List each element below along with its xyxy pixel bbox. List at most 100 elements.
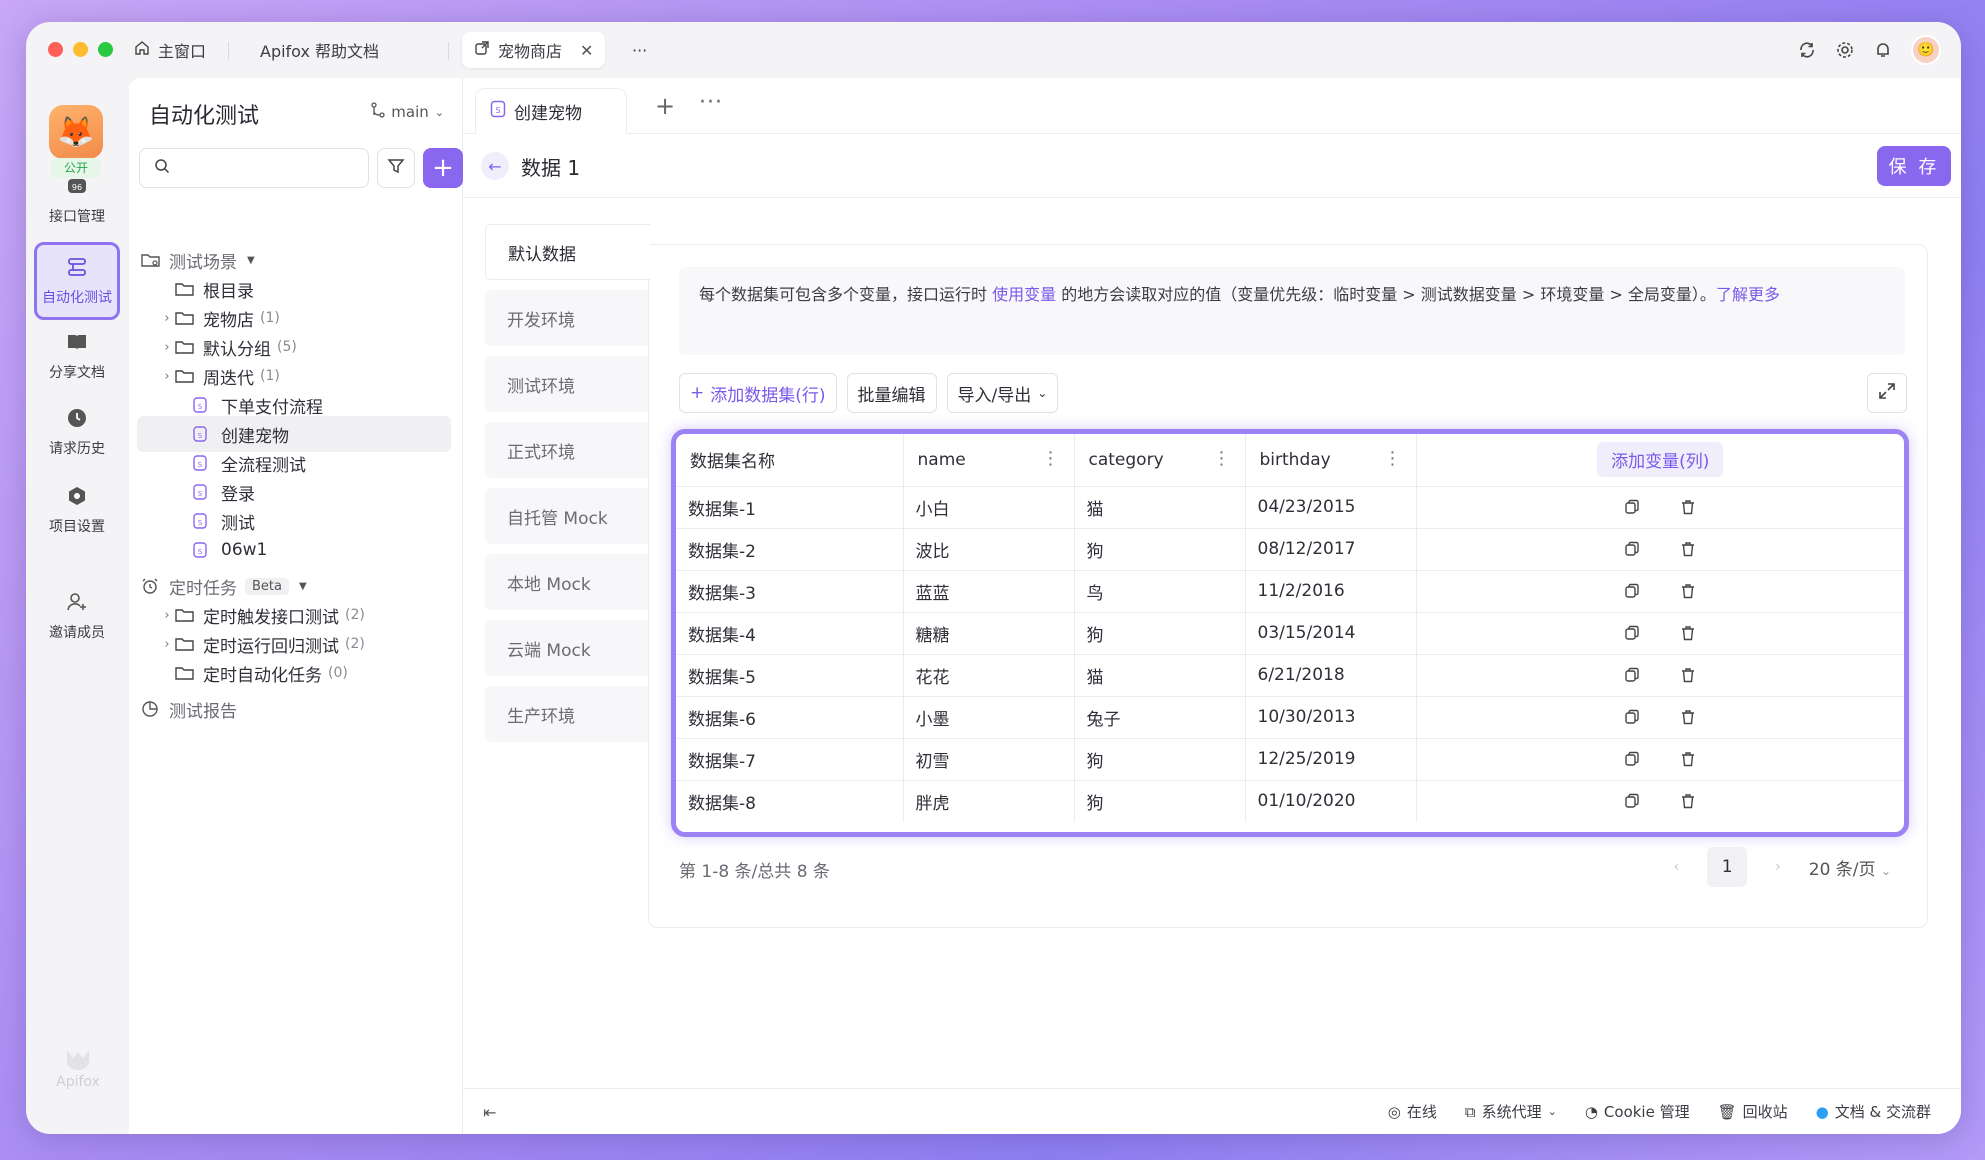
column-menu-icon[interactable]: ⋮ xyxy=(1384,448,1402,469)
save-button[interactable]: 保 存 xyxy=(1877,146,1951,186)
branch-selector[interactable]: main ⌄ xyxy=(371,102,444,122)
chevron-right-icon[interactable]: › xyxy=(159,369,175,384)
close-tab-icon[interactable]: ✕ xyxy=(580,41,593,60)
table-cell[interactable]: 数据集-8 xyxy=(676,780,904,822)
tree-item[interactable]: 测试报告 xyxy=(137,691,451,727)
rail-item-history[interactable]: 请求历史 xyxy=(34,406,120,458)
trash-icon[interactable] xyxy=(1679,540,1697,558)
env-tab[interactable]: 云端 Mock xyxy=(485,620,649,676)
tree-item[interactable]: 定时自动化任务 (0) xyxy=(137,655,451,691)
table-cell[interactable]: 01/10/2020 xyxy=(1245,780,1417,822)
env-tab[interactable]: 自托管 Mock xyxy=(485,488,649,544)
gear-icon[interactable] xyxy=(1835,40,1855,60)
maximize-window-button[interactable] xyxy=(98,42,113,57)
recycle-bin[interactable]: 🗑 回收站 xyxy=(1718,1101,1788,1122)
env-tab[interactable]: 测试环境 xyxy=(485,356,649,412)
add-dataset-button[interactable]: + 添加数据集(行) xyxy=(679,373,837,413)
env-tab[interactable]: 生产环境 xyxy=(485,686,649,742)
table-cell[interactable]: 猫 xyxy=(1074,654,1246,697)
table-cell[interactable]: 数据集-2 xyxy=(676,528,904,571)
project-logo[interactable]: 🦊 xyxy=(49,105,103,159)
table-cell[interactable]: 狗 xyxy=(1074,612,1246,655)
online-status[interactable]: ◎ 在线 xyxy=(1388,1101,1437,1122)
copy-icon[interactable] xyxy=(1623,708,1641,726)
prev-page-icon[interactable]: ‹ xyxy=(1674,859,1680,875)
env-tab[interactable]: 本地 Mock xyxy=(485,554,649,610)
trash-icon[interactable] xyxy=(1679,750,1697,768)
import-export-button[interactable]: 导入/导出 ⌄ xyxy=(946,373,1059,413)
table-cell[interactable]: 03/15/2014 xyxy=(1245,612,1417,655)
trash-icon[interactable] xyxy=(1679,666,1697,684)
rail-item-api[interactable]: 96 接口管理 xyxy=(34,174,120,226)
chevron-right-icon[interactable]: › xyxy=(159,340,175,355)
table-cell[interactable]: 初雪 xyxy=(903,738,1075,781)
add-button[interactable]: + xyxy=(423,148,463,188)
rail-item-invite[interactable]: 邀请成员 xyxy=(34,590,120,642)
page-number[interactable]: 1 xyxy=(1707,847,1748,887)
table-cell[interactable]: 蓝蓝 xyxy=(903,570,1075,613)
env-tab[interactable]: 默认数据 xyxy=(485,224,650,280)
table-cell[interactable]: 数据集-1 xyxy=(676,486,904,529)
bell-icon[interactable] xyxy=(1873,40,1893,60)
table-cell[interactable]: 6/21/2018 xyxy=(1245,654,1417,697)
table-cell[interactable]: 小墨 xyxy=(903,696,1075,739)
copy-icon[interactable] xyxy=(1623,582,1641,600)
cookie-manager[interactable]: ◔ Cookie 管理 xyxy=(1585,1101,1690,1122)
sidebar-search[interactable] xyxy=(139,148,369,188)
close-window-button[interactable] xyxy=(48,42,63,57)
table-cell[interactable]: 鸟 xyxy=(1074,570,1246,613)
table-cell[interactable]: 兔子 xyxy=(1074,696,1246,739)
rail-item-automation[interactable]: 自动化测试 xyxy=(34,242,120,320)
trash-icon[interactable] xyxy=(1679,498,1697,516)
table-cell[interactable]: 11/2/2016 xyxy=(1245,570,1417,613)
proxy-selector[interactable]: ⧉ 系统代理 ⌄ xyxy=(1465,1101,1557,1122)
table-cell[interactable]: 12/25/2019 xyxy=(1245,738,1417,781)
table-cell[interactable]: 波比 xyxy=(903,528,1075,571)
table-cell[interactable]: 数据集-6 xyxy=(676,696,904,739)
table-cell[interactable]: 08/12/2017 xyxy=(1245,528,1417,571)
window-tab-petstore[interactable]: 宠物商店 ✕ xyxy=(462,32,606,68)
minimize-window-button[interactable] xyxy=(73,42,88,57)
docs-community[interactable]: ● 文档 & 交流群 xyxy=(1816,1101,1931,1122)
env-tab[interactable]: 正式环境 xyxy=(485,422,649,478)
rail-item-settings[interactable]: 项目设置 xyxy=(34,484,120,536)
add-column-button[interactable]: 添加变量(列) xyxy=(1597,442,1724,478)
more-tabs-icon[interactable]: ··· xyxy=(699,90,723,115)
window-tab-main[interactable]: 主窗口 xyxy=(122,32,218,68)
user-avatar[interactable]: 🙂 xyxy=(1911,35,1941,65)
tab-create-pet[interactable]: S 创建宠物 xyxy=(475,88,627,134)
fullscreen-button[interactable] xyxy=(1867,373,1907,413)
copy-icon[interactable] xyxy=(1623,540,1641,558)
window-tab-help[interactable]: Apifox 帮助文档 xyxy=(248,32,391,68)
table-cell[interactable]: 数据集-5 xyxy=(676,654,904,697)
table-cell[interactable]: 糖糖 xyxy=(903,612,1075,655)
table-cell[interactable]: 数据集-3 xyxy=(676,570,904,613)
column-menu-icon[interactable]: ⋮ xyxy=(1213,448,1231,469)
window-tab-more[interactable]: ··· xyxy=(620,32,659,68)
caret-down-icon[interactable]: ▼ xyxy=(299,581,307,592)
table-cell[interactable]: 狗 xyxy=(1074,780,1246,822)
page-size-select[interactable]: 20 条/页 ⌄ xyxy=(1809,855,1891,880)
tree-item[interactable]: S 06w1 xyxy=(137,532,451,568)
copy-icon[interactable] xyxy=(1623,666,1641,684)
back-button[interactable]: ← xyxy=(481,152,509,180)
learn-more-link[interactable]: 了解更多 xyxy=(1716,285,1780,304)
next-page-icon[interactable]: › xyxy=(1775,859,1781,875)
rail-item-share-docs[interactable]: 分享文档 xyxy=(34,330,120,382)
refresh-icon[interactable] xyxy=(1797,40,1817,60)
filter-button[interactable] xyxy=(377,148,415,188)
env-tab[interactable]: 开发环境 xyxy=(485,290,649,346)
column-menu-icon[interactable]: ⋮ xyxy=(1042,448,1060,469)
table-cell[interactable]: 小白 xyxy=(903,486,1075,529)
table-cell[interactable]: 狗 xyxy=(1074,738,1246,781)
collapse-sidebar-icon[interactable]: ⇤ xyxy=(483,1103,496,1122)
table-cell[interactable]: 10/30/2013 xyxy=(1245,696,1417,739)
copy-icon[interactable] xyxy=(1623,750,1641,768)
table-cell[interactable]: 花花 xyxy=(903,654,1075,697)
trash-icon[interactable] xyxy=(1679,624,1697,642)
table-cell[interactable]: 数据集-7 xyxy=(676,738,904,781)
copy-icon[interactable] xyxy=(1623,624,1641,642)
chevron-right-icon[interactable]: › xyxy=(159,608,175,623)
copy-icon[interactable] xyxy=(1623,792,1641,810)
table-cell[interactable]: 胖虎 xyxy=(903,780,1075,822)
